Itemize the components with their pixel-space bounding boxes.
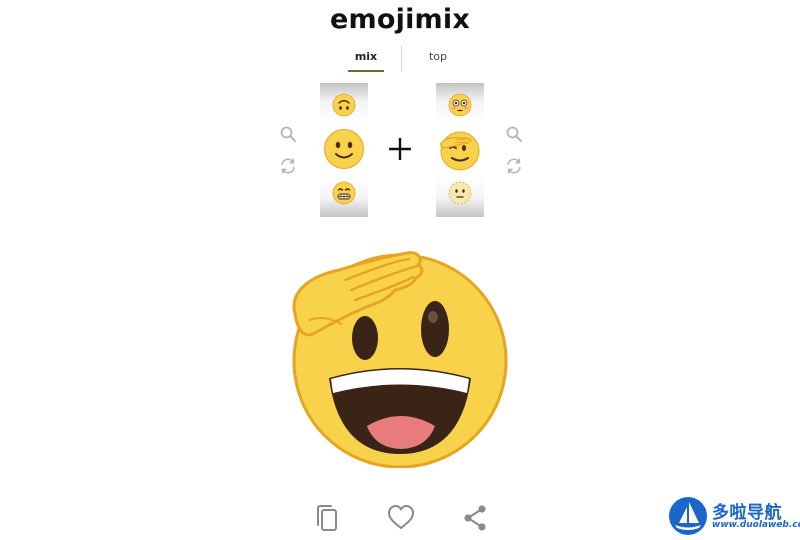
- slightly-smiling-face-icon[interactable]: [323, 128, 365, 170]
- heart-icon[interactable]: [386, 503, 416, 533]
- copy-icon[interactable]: [312, 503, 342, 533]
- right-emoji-reel[interactable]: [436, 83, 484, 217]
- app-title: emojimix: [330, 4, 470, 35]
- grimacing-face-icon[interactable]: [332, 181, 356, 205]
- share-icon[interactable]: [460, 503, 490, 533]
- saluting-grinning-face-icon: [292, 251, 508, 468]
- shuffle-icon[interactable]: [505, 157, 523, 175]
- mode-tabs: mix top: [0, 44, 800, 74]
- flushed-face-icon[interactable]: [448, 93, 472, 117]
- search-icon[interactable]: [505, 125, 523, 143]
- search-icon[interactable]: [279, 125, 297, 143]
- left-emoji-reel[interactable]: [320, 83, 368, 217]
- plus-icon: [389, 138, 411, 160]
- dotted-line-face-icon[interactable]: [448, 181, 472, 205]
- shuffle-icon[interactable]: [279, 157, 297, 175]
- watermark: 多啦导航 www.duolaweb.com: [668, 496, 800, 536]
- tab-top[interactable]: top: [418, 50, 458, 63]
- sailboat-logo-icon: [669, 497, 707, 535]
- upside-down-face-icon[interactable]: [332, 93, 356, 117]
- saluting-face-icon[interactable]: [438, 128, 482, 172]
- watermark-url: www.duolaweb.com: [712, 520, 800, 530]
- tab-divider: [401, 46, 402, 72]
- tab-mix[interactable]: mix: [346, 50, 386, 72]
